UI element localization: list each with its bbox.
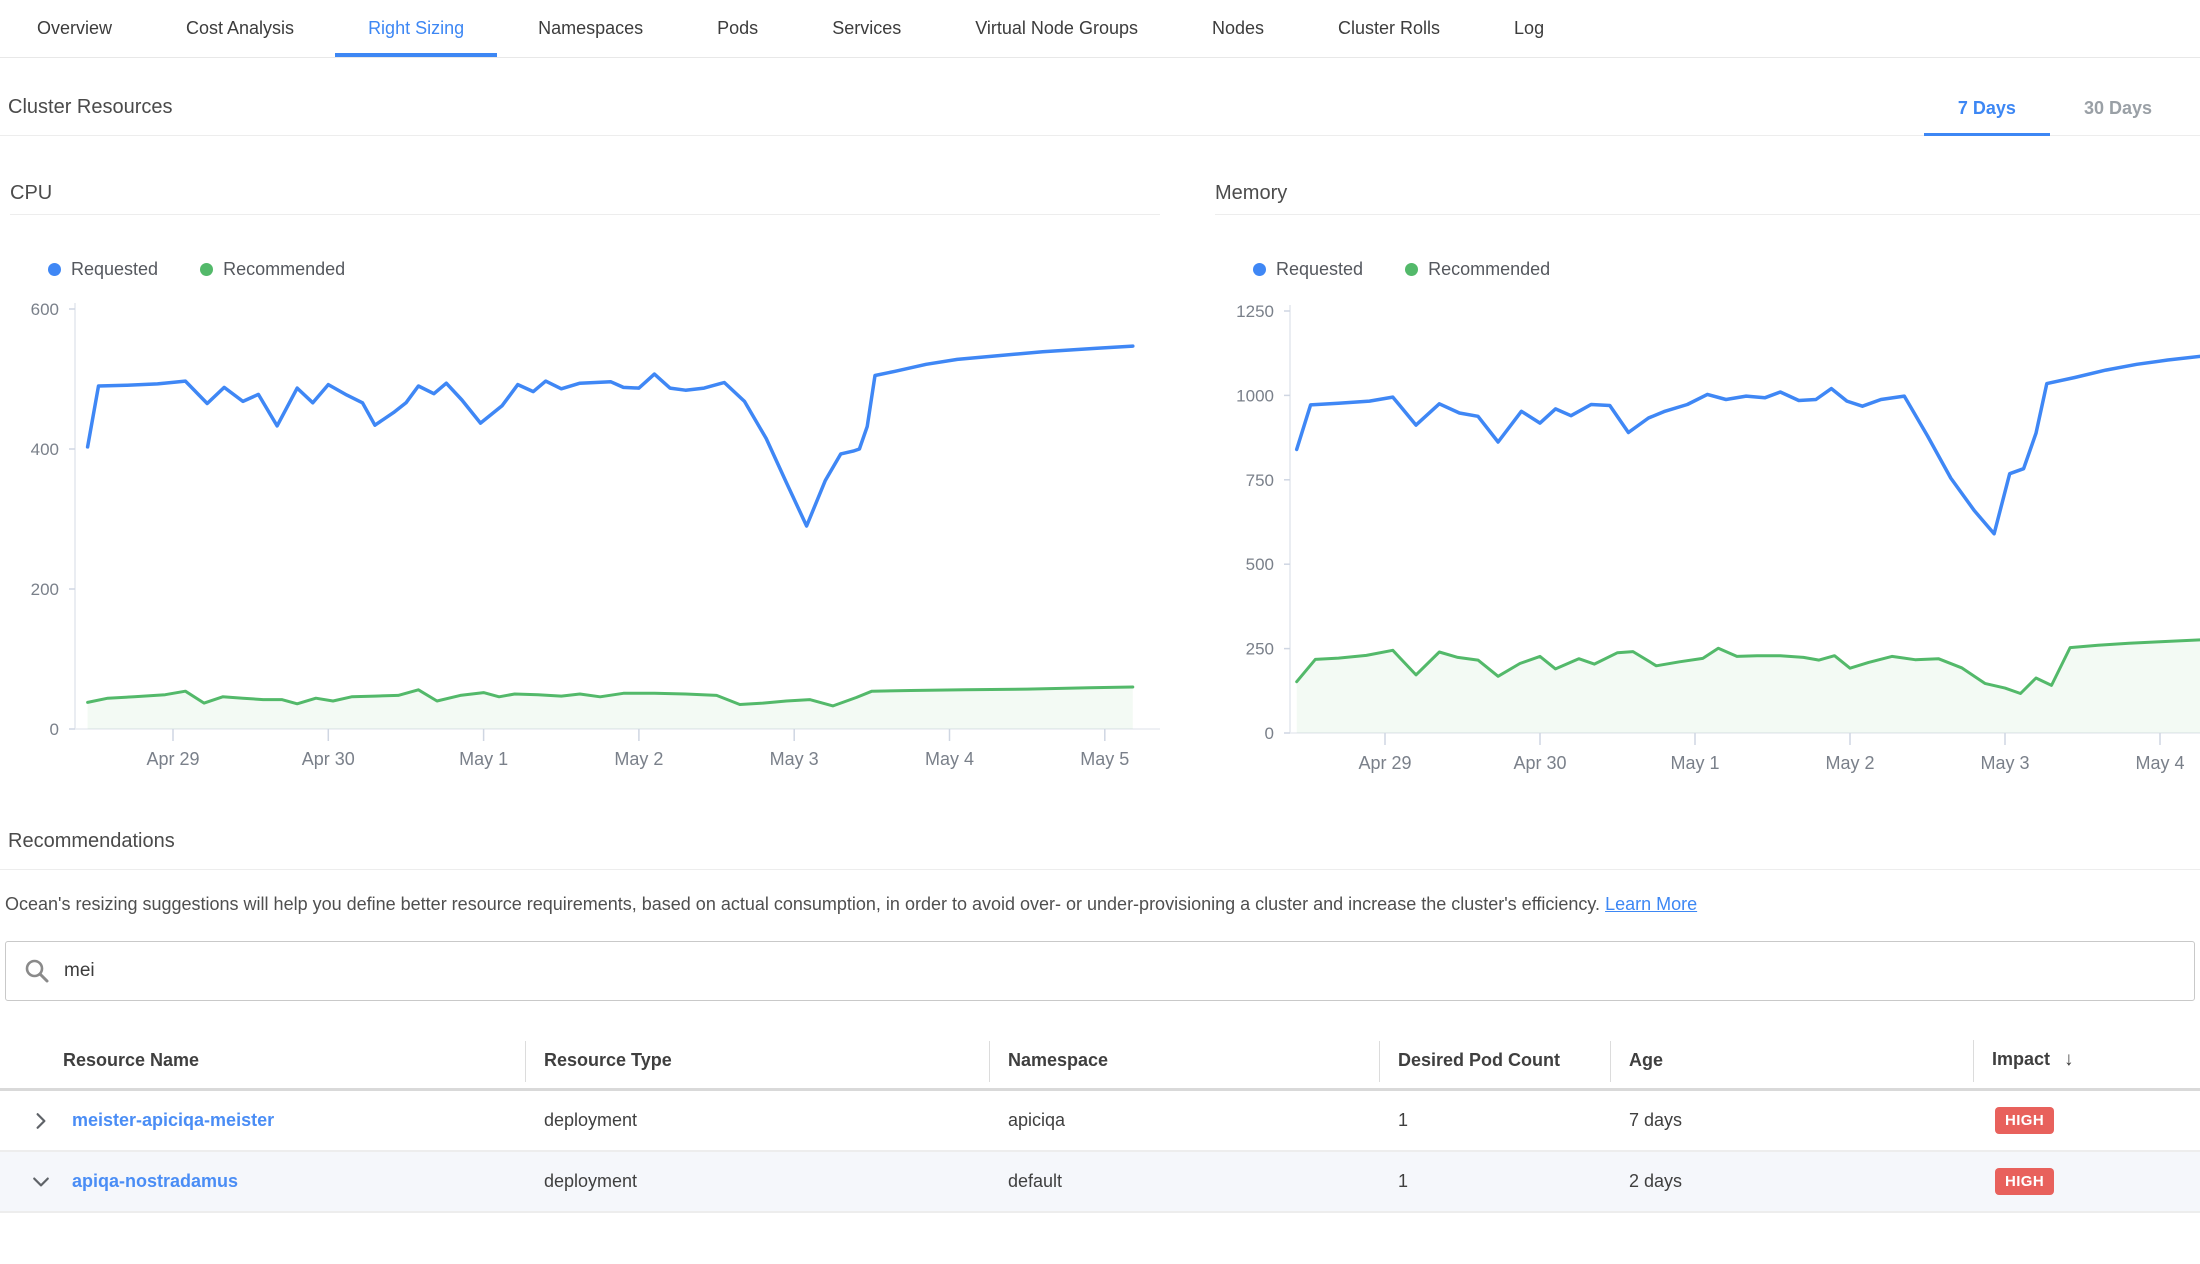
recommendations-header: Recommendations: [0, 830, 2200, 870]
svg-text:May 1: May 1: [1670, 753, 1719, 773]
cpu-chart-panel: CPU Requested Recommended 0 200 400 600 Apr …: [10, 182, 1160, 776]
resource-name-cell: meister-apiciqa-meister: [0, 1110, 525, 1132]
cpu-line-chart: 0 200 400 600 Apr 29 Apr 30 May 1 May 2 May 3 May…: [10, 296, 1160, 776]
svg-text:0: 0: [1265, 724, 1274, 743]
column-header-desired-pod-count[interactable]: Desired Pod Count: [1379, 1035, 1610, 1088]
svg-text:Apr 30: Apr 30: [302, 749, 355, 769]
impact-badge-high: HIGH: [1995, 1107, 2054, 1134]
column-header-impact[interactable]: Impact↓: [1973, 1034, 2200, 1088]
column-header-age[interactable]: Age: [1610, 1035, 1973, 1088]
namespace-cell: apiciqa: [989, 1110, 1379, 1131]
table-row[interactable]: meister-apiciqa-meister deployment apici…: [0, 1091, 2200, 1152]
namespace-cell: default: [989, 1171, 1379, 1192]
age-cell: 2 days: [1610, 1171, 1973, 1192]
tab-overview[interactable]: Overview: [4, 0, 145, 57]
column-header-resource-type[interactable]: Resource Type: [525, 1035, 989, 1088]
tab-services[interactable]: Services: [799, 0, 934, 57]
svg-text:May 4: May 4: [925, 749, 974, 769]
svg-text:250: 250: [1246, 640, 1274, 659]
resource-type-cell: deployment: [525, 1171, 989, 1192]
expand-row-button[interactable]: [30, 1110, 52, 1132]
svg-text:Apr 29: Apr 29: [1358, 753, 1411, 773]
search-box: [5, 941, 2195, 1001]
resource-type-cell: deployment: [525, 1110, 989, 1131]
svg-text:Apr 29: Apr 29: [146, 749, 199, 769]
svg-text:Apr 30: Apr 30: [1513, 753, 1566, 773]
svg-text:1000: 1000: [1236, 386, 1274, 405]
period-tab-7-days[interactable]: 7 Days: [1924, 98, 2050, 136]
resource-link[interactable]: meister-apiciqa-meister: [72, 1110, 274, 1131]
desired-pod-count-cell: 1: [1379, 1171, 1610, 1192]
table-row[interactable]: apiqa-nostradamus deployment default 1 2…: [0, 1152, 2200, 1213]
requested-dot-icon: [48, 263, 61, 276]
tab-pods[interactable]: Pods: [684, 0, 791, 57]
recommended-dot-icon: [1405, 263, 1418, 276]
impact-cell: HIGH: [1973, 1107, 2200, 1134]
svg-text:0: 0: [50, 720, 59, 739]
legend-item-requested: Requested: [1253, 259, 1363, 280]
search-icon: [24, 958, 50, 984]
memory-chart-panel: Memory Requested Recommended 0 250 500 750 1…: [1215, 182, 2200, 776]
column-header-namespace[interactable]: Namespace: [989, 1035, 1379, 1088]
tab-namespaces[interactable]: Namespaces: [505, 0, 676, 57]
age-cell: 7 days: [1610, 1110, 1973, 1131]
svg-text:May 2: May 2: [1825, 753, 1874, 773]
svg-text:600: 600: [31, 300, 59, 319]
memory-line-chart: 0 250 500 750 1000 1250 Apr 29 Apr 30 May 1 May 2…: [1215, 296, 2200, 776]
column-header-resource-name[interactable]: Resource Name: [0, 1035, 525, 1088]
svg-text:May 3: May 3: [1980, 753, 2029, 773]
svg-text:400: 400: [31, 440, 59, 459]
tab-virtual-node-groups[interactable]: Virtual Node Groups: [942, 0, 1171, 57]
table-header-row: Resource Name Resource Type Namespace De…: [0, 1034, 2200, 1091]
svg-text:May 4: May 4: [2135, 753, 2184, 773]
tab-right-sizing[interactable]: Right Sizing: [335, 0, 497, 57]
recommendations-description: Ocean's resizing suggestions will help y…: [5, 892, 2200, 917]
sort-descending-icon[interactable]: ↓: [2064, 1049, 2074, 1070]
desired-pod-count-cell: 1: [1379, 1110, 1610, 1131]
legend-label-recommended: Recommended: [223, 259, 345, 280]
recommendations-title: Recommendations: [8, 830, 175, 853]
search-input[interactable]: [64, 960, 2176, 982]
memory-chart-title: Memory: [1215, 182, 2200, 215]
svg-text:750: 750: [1246, 471, 1274, 490]
tab-log[interactable]: Log: [1481, 0, 1577, 57]
legend-item-requested: Requested: [48, 259, 158, 280]
recommended-dot-icon: [200, 263, 213, 276]
cpu-chart-title: CPU: [10, 182, 1160, 215]
learn-more-link[interactable]: Learn More: [1605, 894, 1697, 914]
chevron-down-icon: [32, 1173, 50, 1191]
impact-badge-high: HIGH: [1995, 1168, 2054, 1195]
resource-link[interactable]: apiqa-nostradamus: [72, 1171, 238, 1192]
recommendations-table: Resource Name Resource Type Namespace De…: [0, 1034, 2200, 1213]
top-tab-bar: Overview Cost Analysis Right Sizing Name…: [0, 0, 2200, 58]
cpu-chart-legend: Requested Recommended: [48, 259, 1160, 280]
legend-label-requested: Requested: [1276, 259, 1363, 280]
legend-label-requested: Requested: [71, 259, 158, 280]
requested-dot-icon: [1253, 263, 1266, 276]
legend-item-recommended: Recommended: [1405, 259, 1550, 280]
charts-row: CPU Requested Recommended 0 200 400 600 Apr …: [0, 182, 2200, 776]
svg-text:1250: 1250: [1236, 302, 1274, 321]
tab-nodes[interactable]: Nodes: [1179, 0, 1297, 57]
svg-text:500: 500: [1246, 555, 1274, 574]
svg-text:May 1: May 1: [459, 749, 508, 769]
svg-text:May 5: May 5: [1080, 749, 1129, 769]
impact-cell: HIGH: [1973, 1168, 2200, 1195]
svg-text:May 3: May 3: [770, 749, 819, 769]
cluster-resources-title: Cluster Resources: [8, 96, 173, 135]
tab-cost-analysis[interactable]: Cost Analysis: [153, 0, 327, 57]
legend-label-recommended: Recommended: [1428, 259, 1550, 280]
chevron-right-icon: [32, 1112, 50, 1130]
tab-cluster-rolls[interactable]: Cluster Rolls: [1305, 0, 1473, 57]
collapse-row-button[interactable]: [30, 1171, 52, 1193]
period-toggle: 7 Days 30 Days: [1924, 98, 2186, 135]
period-tab-30-days[interactable]: 30 Days: [2050, 98, 2186, 135]
memory-chart-legend: Requested Recommended: [1253, 259, 2200, 280]
resource-name-cell: apiqa-nostradamus: [0, 1171, 525, 1193]
svg-text:200: 200: [31, 580, 59, 599]
legend-item-recommended: Recommended: [200, 259, 345, 280]
cluster-resources-header: Cluster Resources 7 Days 30 Days: [0, 58, 2200, 136]
svg-text:May 2: May 2: [614, 749, 663, 769]
